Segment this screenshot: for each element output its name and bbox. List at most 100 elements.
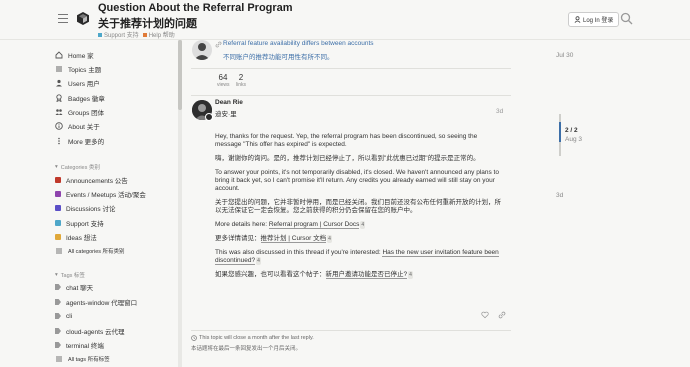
sidebar-item-more[interactable]: More 更多的: [55, 135, 180, 147]
sidebar-item-label: agents-window 代理窗口: [66, 300, 138, 307]
links-stat[interactable]: 2 links: [236, 73, 246, 88]
sidebar-item-label: Support 支持: [66, 221, 104, 228]
post-author-name[interactable]: Dean Rie: [215, 99, 243, 106]
tag-icon: [55, 299, 61, 305]
sidebar-category-ideas[interactable]: Ideas 想法: [55, 231, 180, 243]
sidebar-item-about[interactable]: About 关于: [55, 120, 180, 132]
breadcrumb: Support 支持 Help 帮助: [98, 30, 175, 39]
sidebar-all-tags[interactable]: All tags 所有标签: [55, 353, 180, 365]
chevron-down-icon: ▾: [55, 272, 58, 278]
groups-icon: [55, 109, 63, 115]
sidebar-scrollbar[interactable]: [178, 40, 182, 367]
linked-topic-title-zh[interactable]: 不同账户的推荐功能可用性有所不同。: [223, 51, 334, 61]
text: This was also discussed in this thread i…: [215, 249, 383, 256]
link-click-count: 4: [256, 257, 261, 265]
link-click-count: 4: [408, 271, 413, 279]
hamburger-menu-icon[interactable]: [58, 14, 68, 23]
sidebar-category-support[interactable]: Support 支持: [55, 217, 180, 229]
text: More details here:: [215, 221, 269, 228]
divider: [191, 68, 511, 69]
users-icon: [56, 79, 62, 87]
avatar[interactable]: [192, 40, 212, 60]
crumb-label: Support 支持: [104, 33, 139, 39]
timeline-start-date[interactable]: Jul 30: [556, 52, 573, 59]
sidebar-item-label: chat 聊天: [66, 285, 94, 292]
site-header: Question About the Referral Program 关于推荐…: [0, 0, 690, 40]
sidebar-item-badges[interactable]: Badges 徽章: [55, 92, 180, 104]
tag-icon: [55, 342, 61, 348]
sidebar-category-events[interactable]: Events / Meetups 活动/聚会: [55, 188, 180, 200]
post-paragraph: Hey, thanks for the request. Yep, the re…: [215, 133, 478, 148]
sidebar-item-label: About 关于: [68, 124, 100, 131]
sidebar-item-home[interactable]: Home 家: [55, 49, 180, 61]
moderator-badge-icon: [205, 113, 213, 121]
sidebar-item-label: More 更多的: [68, 139, 105, 146]
sidebar-item-label: Discussions 讨论: [66, 206, 116, 213]
topics-icon: [56, 66, 62, 72]
sidebar-tag-agents-window[interactable]: agents-window 代理窗口: [55, 296, 180, 308]
search-icon[interactable]: [620, 12, 633, 25]
divider: [191, 95, 511, 96]
post-paragraph: This was also discussed in this thread i…: [215, 249, 505, 265]
list-icon: [56, 356, 62, 362]
timeline-position-date: Aug 3: [565, 136, 582, 143]
linked-topic-title-en[interactable]: Referral feature availability differs be…: [223, 40, 374, 47]
post-paragraph: To answer your points, it's not temporar…: [215, 169, 499, 192]
sidebar-item-label: All categories 所有类别: [68, 249, 125, 255]
sidebar-item-label: Announcements 公告: [66, 178, 128, 185]
docs-link[interactable]: Referral program | Cursor Docs: [268, 221, 360, 229]
link-click-count: 4: [360, 221, 366, 229]
sidebar-item-label: Badges 徽章: [68, 96, 105, 103]
sidebar-tag-cli[interactable]: cli: [55, 310, 180, 322]
views-label: views: [217, 82, 230, 88]
clock-icon: [191, 335, 197, 341]
cursor-logo-icon[interactable]: [77, 12, 89, 25]
sidebar-item-topics[interactable]: Topics 主题: [55, 63, 180, 75]
crumb-help[interactable]: Help 帮助: [142, 30, 175, 39]
link-icon[interactable]: [498, 311, 506, 319]
post-date[interactable]: 3d: [496, 108, 503, 115]
post-paragraph: More details here: Referral program | Cu…: [215, 221, 505, 229]
sidebar-item-users[interactable]: Users 用户: [55, 77, 180, 89]
timeline-scroller[interactable]: [559, 122, 561, 142]
sidebar-item-label: cli: [66, 312, 73, 320]
category-color-swatch: [55, 191, 61, 197]
sidebar-item-label: terminal 终端: [66, 343, 104, 350]
post-body: Hey, thanks for the request. Yep, the re…: [215, 133, 505, 285]
crumb-support[interactable]: Support 支持: [98, 30, 139, 39]
timeline-end-date[interactable]: 3d: [556, 192, 563, 199]
scrollbar-thumb[interactable]: [178, 40, 182, 110]
links-label: links: [236, 82, 247, 88]
topic-title-zh[interactable]: 关于推荐计划的问题: [98, 15, 197, 31]
post-author-name-zh[interactable]: 迪安·里: [215, 108, 237, 118]
sidebar-item-label: cloud-agents 云代理: [66, 329, 125, 336]
sidebar: Home 家 Topics 主题 Users 用户 Badges 徽章 Grou…: [55, 44, 180, 367]
category-color-swatch: [55, 205, 61, 211]
topic-timeline: Jul 30 2 / 2 Aug 3 3d: [555, 40, 615, 367]
category-color-swatch: [142, 32, 147, 37]
sidebar-tag-terminal[interactable]: terminal 终端: [55, 339, 180, 351]
sidebar-item-groups[interactable]: Groups 团体: [55, 106, 180, 118]
sidebar-category-discussions[interactable]: Discussions 讨论: [55, 202, 180, 214]
sidebar-item-label: Ideas 想法: [66, 235, 97, 242]
thread-link-zh[interactable]: 新用户邀请功能是否已停止?: [325, 271, 408, 279]
person-avatar-icon: [194, 43, 210, 60]
info-icon: [55, 122, 63, 130]
sidebar-category-announcements[interactable]: Announcements 公告: [55, 174, 180, 186]
views-stat: 64 views: [217, 73, 230, 88]
topic-title-en[interactable]: Question About the Referral Program: [98, 2, 293, 14]
login-button[interactable]: Log In 登录: [568, 12, 620, 27]
sidebar-tag-cloud-agents[interactable]: cloud-agents 云代理: [55, 325, 180, 337]
list-icon: [56, 248, 62, 254]
timeline-position: 2 / 2: [565, 127, 578, 134]
tags-section-toggle[interactable]: ▾ Tags 标签: [55, 271, 85, 279]
views-count: 64: [218, 73, 228, 82]
sidebar-tag-chat[interactable]: chat 聊天: [55, 281, 180, 293]
user-icon: [574, 16, 581, 23]
sidebar-all-categories[interactable]: All categories 所有类别: [55, 245, 180, 257]
docs-link-zh[interactable]: 推荐计划 | Cursor 文档: [260, 235, 327, 243]
categories-section-toggle[interactable]: ▾ Categories 类别: [55, 163, 100, 171]
tag-icon: [55, 313, 61, 319]
heart-icon[interactable]: [481, 311, 489, 319]
tags-section-title: Tags 标签: [60, 273, 85, 279]
